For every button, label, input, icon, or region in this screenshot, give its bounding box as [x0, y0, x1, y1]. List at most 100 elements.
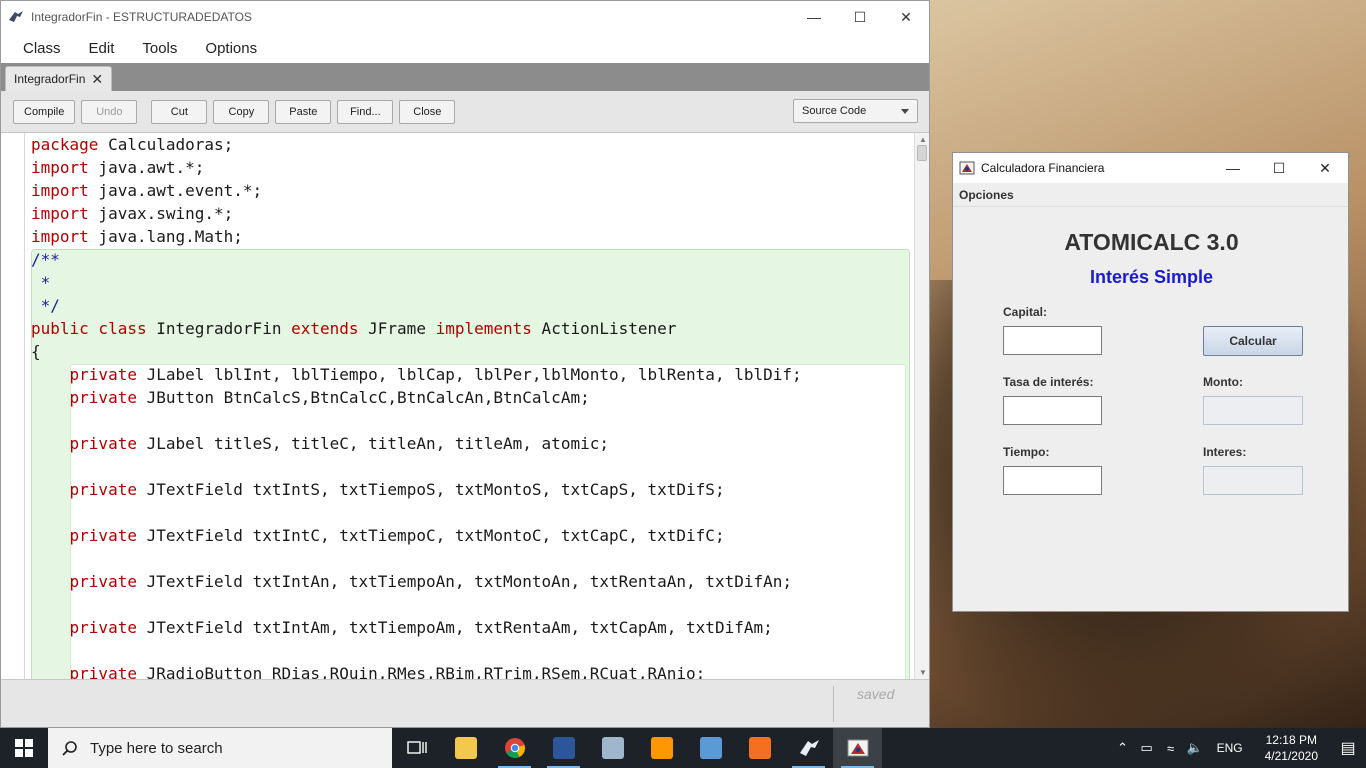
tasa-label: Tasa de interés:: [1003, 375, 1094, 389]
code-text: javax.swing.*;: [88, 204, 234, 223]
code-line: import javax.swing.*;: [31, 202, 802, 225]
menu-opciones[interactable]: Opciones: [953, 183, 1348, 207]
word-icon[interactable]: [539, 728, 588, 768]
taskbar-search[interactable]: Type here to search: [48, 728, 392, 768]
scroll-down-icon[interactable]: ▼: [919, 668, 927, 677]
capital-input[interactable]: [1003, 326, 1102, 355]
dropdown-arrow-icon: [901, 109, 909, 114]
wifi-icon[interactable]: ≈: [1159, 741, 1183, 756]
calc-minimize-button[interactable]: —: [1210, 153, 1256, 183]
code-text: {: [31, 342, 41, 361]
paste-button[interactable]: Paste: [275, 99, 332, 124]
notification-icon[interactable]: ▤: [1330, 738, 1366, 758]
scroll-up-icon[interactable]: ▲: [919, 135, 927, 144]
calculator-window: Calculadora Financiera — ☐ ✕ Opciones AT…: [952, 152, 1349, 612]
code-line: public class IntegradorFin extends JFram…: [31, 317, 802, 340]
virtualbox-icon[interactable]: [686, 728, 735, 768]
system-tray: ⌃ ▭ ≈ 🔈 ENG 12:18 PM 4/21/2020 ▤: [1111, 728, 1366, 768]
code-keyword: import: [31, 158, 89, 177]
calc-maximize-button[interactable]: ☐: [1256, 153, 1302, 183]
menu-class[interactable]: Class: [9, 40, 75, 57]
tab-strip: IntegradorFin ✕: [1, 63, 929, 91]
menu-bar: Class Edit Tools Options: [1, 33, 929, 63]
volume-icon[interactable]: 🔈: [1183, 740, 1207, 756]
menu-edit[interactable]: Edit: [75, 40, 129, 57]
sublime-text-icon[interactable]: [637, 728, 686, 768]
find-button[interactable]: Find...: [337, 99, 394, 124]
code-keyword: private: [69, 664, 137, 679]
calc-close-button[interactable]: ✕: [1302, 153, 1348, 183]
menu-tools[interactable]: Tools: [128, 40, 191, 57]
clock[interactable]: 12:18 PM 4/21/2020: [1253, 732, 1330, 764]
windows-start-icon[interactable]: [0, 728, 48, 768]
monto-label: Monto:: [1203, 375, 1243, 389]
cut-button[interactable]: Cut: [151, 99, 208, 124]
code-line: /**: [31, 248, 802, 271]
view-select[interactable]: Source Code: [793, 99, 918, 123]
code-keyword: class: [88, 319, 147, 338]
editor-window: IntegradorFin - ESTRUCTURADEDATOS — ☐ ✕ …: [0, 0, 930, 728]
view-select-value: Source Code: [802, 105, 867, 117]
chevron-up-icon[interactable]: ⌃: [1111, 740, 1135, 756]
minimize-button[interactable]: —: [791, 1, 837, 33]
code-text: java.awt.event.*;: [88, 181, 263, 200]
clock-time: 12:18 PM: [1265, 733, 1317, 747]
language-indicator[interactable]: ENG: [1207, 741, 1253, 755]
close-window-button[interactable]: ✕: [883, 1, 929, 33]
code-keyword: private: [69, 434, 137, 453]
code-text: IntegradorFin: [146, 319, 282, 338]
code-text: JRadioButton RDias,RQuin,RMes,RBim,RTrim…: [136, 664, 706, 679]
tasa-input[interactable]: [1003, 396, 1102, 425]
code-comment: *: [31, 273, 51, 292]
code-comment: */: [31, 296, 60, 315]
code-keyword: import: [31, 204, 89, 223]
copy-button[interactable]: Copy: [213, 99, 270, 124]
calcular-button[interactable]: Calcular: [1203, 326, 1303, 356]
interes-output: [1203, 466, 1303, 495]
chrome-icon[interactable]: [490, 728, 539, 768]
code-line: private JTextField txtIntC, txtTiempoC, …: [31, 524, 802, 547]
code-text: JLabel titleS, titleC, titleAn, titleAm,…: [136, 434, 609, 453]
menu-options[interactable]: Options: [191, 40, 271, 57]
task-view-icon[interactable]: [392, 728, 441, 768]
code-keyword: private: [69, 526, 137, 545]
xampp-icon[interactable]: [735, 728, 784, 768]
code-keyword: import: [31, 181, 89, 200]
editor-titlebar: IntegradorFin - ESTRUCTURADEDATOS — ☐ ✕: [1, 1, 929, 33]
source-code[interactable]: package Calculadoras; import java.awt.*; i…: [31, 133, 802, 679]
code-text: java.awt.*;: [88, 158, 205, 177]
maximize-button[interactable]: ☐: [837, 1, 883, 33]
battery-icon[interactable]: ▭: [1135, 740, 1159, 756]
code-line: private JButton BtnCalcS,BtnCalcC,BtnCal…: [31, 386, 802, 409]
control-panel-icon[interactable]: [588, 728, 637, 768]
tiempo-input[interactable]: [1003, 466, 1102, 495]
code-editor[interactable]: package Calculadoras; import java.awt.*; i…: [1, 133, 929, 679]
close-tab-icon[interactable]: ✕: [91, 71, 103, 88]
vertical-scrollbar[interactable]: ▲ ▼: [914, 133, 929, 679]
code-keyword: extends: [281, 319, 359, 338]
bluej-icon[interactable]: [784, 728, 833, 768]
app-heading: ATOMICALC 3.0: [1064, 229, 1239, 255]
scrollbar-thumb[interactable]: [917, 145, 927, 161]
close-button[interactable]: Close: [399, 99, 456, 124]
code-keyword: private: [69, 572, 137, 591]
code-text: JButton BtnCalcS,BtnCalcC,BtnCalcAn,BtnC…: [136, 388, 590, 407]
java-app-icon[interactable]: [833, 728, 882, 768]
file-explorer-icon[interactable]: [441, 728, 490, 768]
code-line: import java.awt.event.*;: [31, 179, 802, 202]
code-line: private JTextField txtIntAm, txtTiempoAm…: [31, 616, 802, 639]
taskbar: Type here to search ⌃ ▭ ≈ 🔈 ENG 12:18 PM…: [0, 728, 1366, 768]
compile-button[interactable]: Compile: [13, 99, 76, 124]
undo-button[interactable]: Undo: [81, 99, 138, 124]
tab-integradorfin[interactable]: IntegradorFin ✕: [5, 66, 113, 91]
code-keyword: private: [69, 480, 137, 499]
code-line: */: [31, 294, 802, 317]
code-keyword: private: [69, 388, 137, 407]
